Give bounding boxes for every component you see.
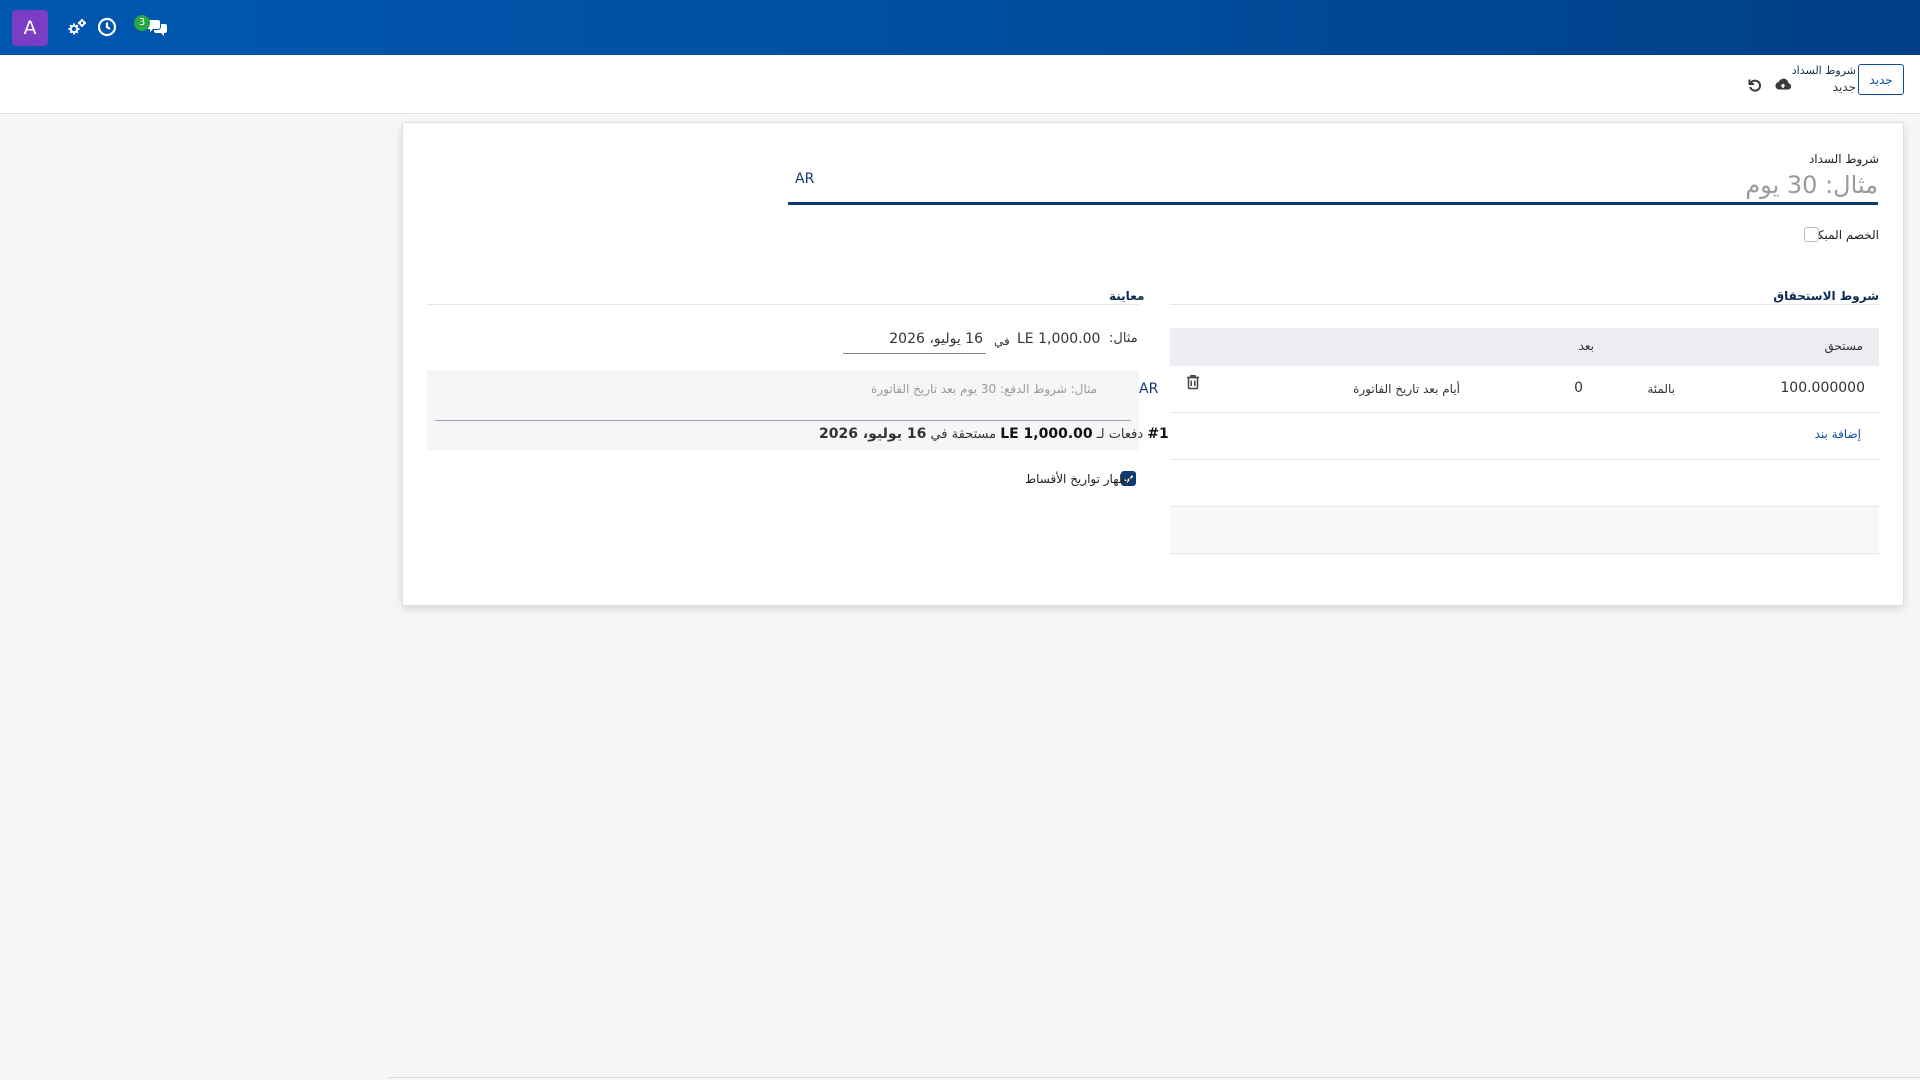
example-date-input[interactable]: 16 يوليو، 2026 bbox=[843, 329, 986, 354]
due-terms-header: مستحق بعد bbox=[1170, 328, 1879, 366]
example-amount: LE 1,000.00 bbox=[1017, 331, 1101, 347]
show-installments-label: إظهار تواريخ الأقساط bbox=[1025, 472, 1132, 486]
preview-title: معاينة bbox=[1109, 289, 1145, 303]
add-line-link[interactable]: إضافة بند bbox=[1815, 427, 1861, 441]
table-row[interactable]: 100.000000 بالمئة 0 أيام بعد تاريخ الفات… bbox=[1170, 366, 1879, 413]
due-terms-table: مستحق بعد 100.000000 بالمئة 0 أيام بعد ت… bbox=[1170, 328, 1879, 554]
chat-badge: 3 bbox=[134, 15, 150, 31]
installment-due-text: مستحقة في bbox=[930, 427, 997, 442]
early-discount-label: الخصم المبكر bbox=[1811, 228, 1879, 242]
table-row: إضافة بند bbox=[1170, 413, 1879, 460]
example-date: 16 يوليو، 2026 bbox=[889, 331, 983, 347]
early-discount-checkbox[interactable] bbox=[1804, 227, 1819, 242]
column-after[interactable]: بعد bbox=[1579, 339, 1594, 353]
example-label: مثال: bbox=[1109, 331, 1138, 346]
trash-icon[interactable] bbox=[1186, 374, 1200, 390]
due-type[interactable]: بالمئة bbox=[1647, 382, 1675, 396]
note-lang-button[interactable]: AR bbox=[1139, 381, 1158, 397]
installment-text: دفعات لـ bbox=[1096, 427, 1144, 442]
installment-date: 16 يوليو، 2026 bbox=[819, 426, 927, 442]
due-value[interactable]: 100.000000 bbox=[1780, 380, 1865, 396]
installment-number: #1 bbox=[1147, 426, 1169, 442]
cloud-upload-icon[interactable] bbox=[1774, 76, 1792, 94]
note-underline bbox=[435, 420, 1131, 421]
table-row bbox=[1170, 507, 1879, 554]
breadcrumb-parent[interactable]: شروط السداد bbox=[1792, 64, 1856, 77]
control-panel: جديد شروط السداد جديد bbox=[0, 55, 1920, 114]
settings-gears-icon[interactable] bbox=[66, 16, 88, 38]
new-button[interactable]: جديد bbox=[1858, 64, 1904, 95]
top-navbar: A 3 bbox=[0, 0, 1920, 55]
due-after[interactable]: 0 bbox=[1574, 380, 1583, 396]
activity-clock-icon[interactable] bbox=[96, 16, 118, 38]
form-sheet: شروط السداد AR الخصم المبكر شروط الاستحق… bbox=[402, 122, 1904, 606]
payment-term-name-input[interactable] bbox=[788, 171, 1878, 205]
installment-amount: LE 1,000.00 bbox=[1000, 426, 1093, 442]
table-row bbox=[1170, 460, 1879, 507]
due-delay-type[interactable]: أيام بعد تاريخ الفاتورة bbox=[1353, 382, 1460, 396]
payment-note-input[interactable]: مثال: شروط الدفع: 30 يوم بعد تاريخ الفات… bbox=[871, 382, 1097, 396]
due-terms-title: شروط الاستحقاق bbox=[1773, 289, 1879, 303]
user-avatar[interactable]: A bbox=[12, 10, 48, 46]
preview-divider bbox=[427, 304, 1139, 305]
breadcrumb-current: جديد bbox=[1832, 80, 1856, 94]
discard-undo-icon[interactable] bbox=[1746, 76, 1764, 94]
name-label: شروط السداد bbox=[1808, 152, 1879, 166]
name-lang-button[interactable]: AR bbox=[795, 171, 814, 187]
column-due[interactable]: مستحق bbox=[1824, 339, 1863, 353]
installment-preview-line: #1 دفعات لـ LE 1,000.00 مستحقة في 16 يول… bbox=[819, 426, 1169, 442]
page-bottom-line bbox=[388, 1077, 1920, 1078]
example-in-text: في bbox=[994, 334, 1010, 348]
due-terms-divider bbox=[1170, 304, 1879, 305]
